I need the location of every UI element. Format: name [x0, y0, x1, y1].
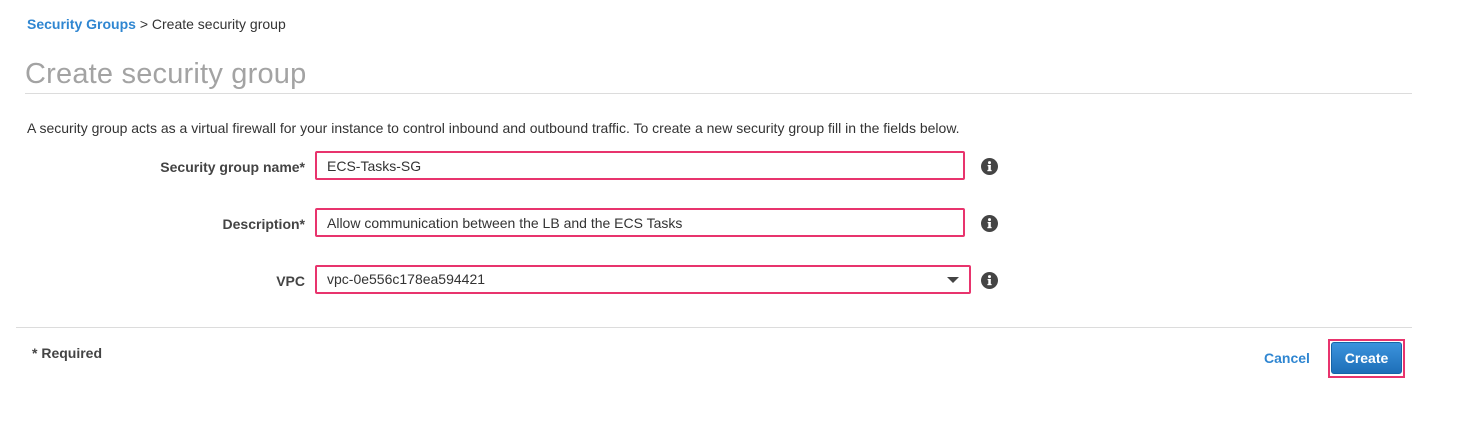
required-note: * Required	[32, 345, 103, 361]
info-icon[interactable]	[981, 215, 998, 232]
info-icon[interactable]	[981, 158, 998, 175]
vpc-select[interactable]: vpc-0e556c178ea594421	[315, 265, 971, 294]
security-group-name-label: Security group name*	[160, 159, 305, 175]
security-group-name-field-wrapper	[315, 151, 965, 180]
chevron-down-icon	[947, 277, 959, 283]
create-security-group-page: Security Groups > Create security group …	[0, 0, 1482, 430]
description-input[interactable]	[317, 210, 963, 235]
breadcrumb-security-groups-link[interactable]: Security Groups	[27, 16, 136, 32]
title-divider	[25, 93, 1412, 94]
info-icon[interactable]	[981, 272, 998, 289]
intro-text: A security group acts as a virtual firew…	[27, 120, 960, 136]
security-group-name-input[interactable]	[317, 153, 963, 178]
page-title: Create security group	[25, 58, 307, 90]
create-button[interactable]: Create	[1331, 342, 1402, 374]
breadcrumb-separator: >	[139, 16, 148, 32]
vpc-label: VPC	[276, 273, 305, 289]
description-field-wrapper	[315, 208, 965, 237]
description-label: Description*	[222, 216, 305, 232]
cancel-button[interactable]: Cancel	[1264, 349, 1310, 367]
vpc-selected-value: vpc-0e556c178ea594421	[327, 271, 486, 287]
breadcrumb: Security Groups > Create security group	[27, 15, 286, 33]
breadcrumb-current: Create security group	[151, 16, 286, 32]
footer-divider	[16, 327, 1412, 328]
